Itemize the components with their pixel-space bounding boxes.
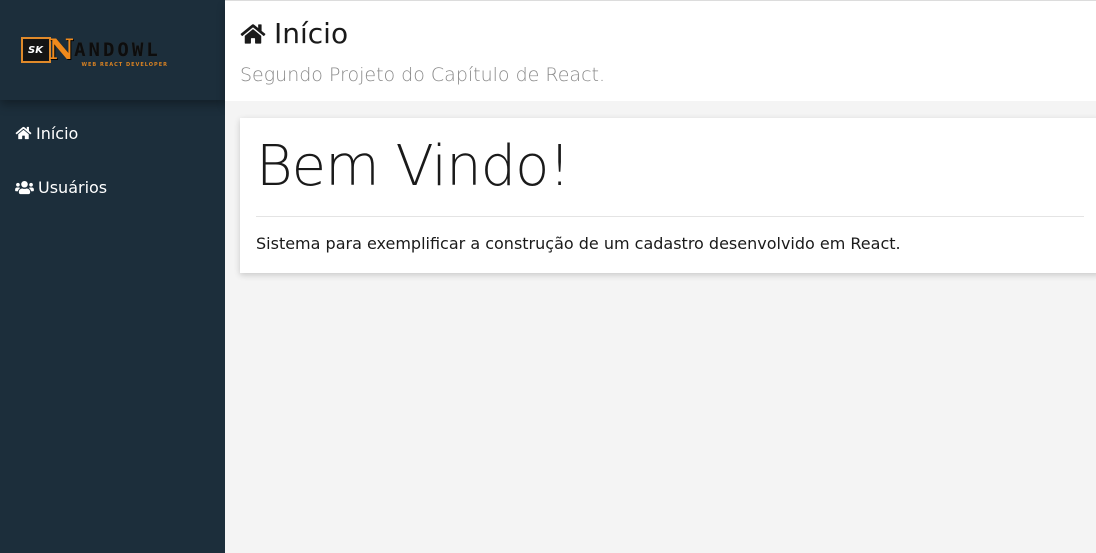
sidebar-menu: Início Usuários bbox=[0, 100, 225, 214]
welcome-heading: Bem Vindo! bbox=[256, 134, 571, 199]
logo-badge: SK bbox=[20, 37, 51, 63]
page-header: Início Segundo Projeto do Capítulo de Re… bbox=[225, 0, 1096, 101]
logo-text: ANDOWL bbox=[74, 39, 161, 61]
brand-logo[interactable]: SK N ANDOWL WEB REACT DEVELOPER bbox=[18, 33, 207, 68]
logo-initial: N bbox=[48, 33, 75, 66]
divider bbox=[256, 216, 1084, 217]
users-icon bbox=[15, 180, 34, 195]
sidebar: SK N ANDOWL WEB REACT DEVELOPER Início U… bbox=[0, 0, 225, 553]
welcome-description: Sistema para exemplificar a construção d… bbox=[256, 234, 901, 253]
home-icon bbox=[15, 126, 32, 140]
sidebar-item-inicio[interactable]: Início bbox=[0, 106, 225, 160]
welcome-card: Bem Vindo! Sistema para exemplificar a c… bbox=[240, 118, 1096, 273]
sidebar-item-label: Usuários bbox=[38, 177, 108, 197]
sidebar-item-label: Início bbox=[36, 123, 79, 143]
sidebar-item-usuarios[interactable]: Usuários bbox=[0, 160, 225, 214]
home-icon bbox=[240, 23, 266, 45]
page-title: Início bbox=[240, 17, 1096, 50]
app-root: SK N ANDOWL WEB REACT DEVELOPER Início U… bbox=[0, 0, 1096, 553]
main-content: Bem Vindo! Sistema para exemplificar a c… bbox=[225, 101, 1096, 553]
logo-tagline: WEB REACT DEVELOPER bbox=[81, 62, 168, 68]
logo-area: SK N ANDOWL WEB REACT DEVELOPER bbox=[0, 0, 225, 100]
page-subtitle: Segundo Projeto do Capítulo de React. bbox=[240, 64, 605, 86]
page-title-text: Início bbox=[274, 17, 349, 50]
